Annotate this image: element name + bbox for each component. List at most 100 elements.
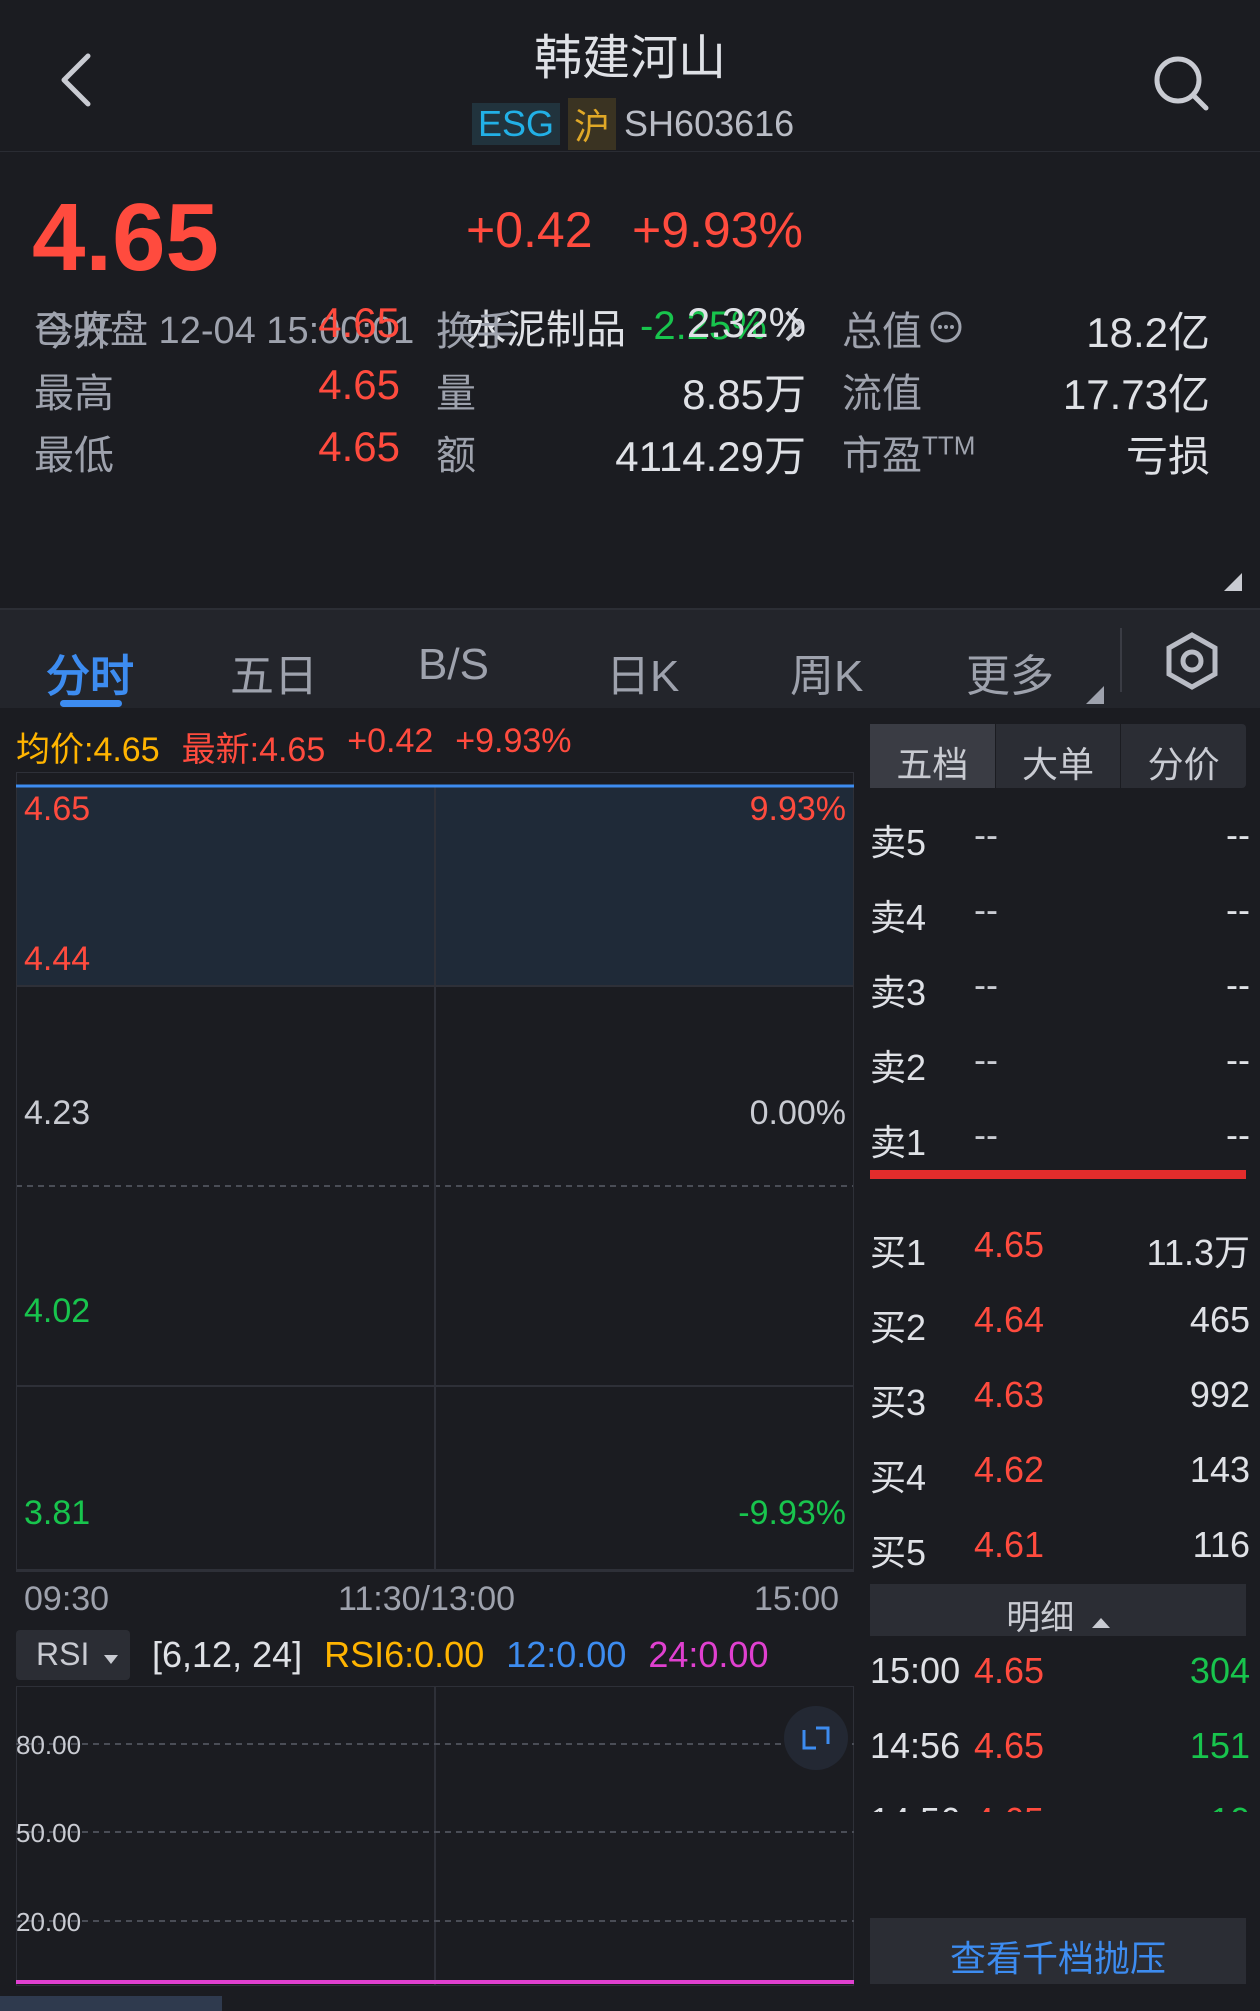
stat-value: 4114.29万: [615, 433, 806, 480]
price-change: +0.42: [466, 202, 593, 258]
stat-label: 额: [436, 434, 476, 478]
level-label: 卖4: [870, 897, 927, 938]
tick-row: 14:56 4.65 151: [870, 1719, 1250, 1779]
level-price: --: [974, 964, 998, 1005]
sell-level-row[interactable]: 卖3 -- --: [870, 958, 1250, 1018]
level-volume: --: [1226, 889, 1250, 930]
legend-avg: 均价:4.65: [16, 731, 160, 769]
last-price: 4.65: [32, 184, 219, 291]
level-label: 卖1: [870, 1122, 927, 1163]
detail-label: 明细: [1006, 1599, 1075, 1637]
price-chart[interactable]: 4.65 4.44 4.23 4.02 3.81 9.93% 0.00% -9.93%: [16, 772, 854, 1572]
quote-panel: 4.65 +0.42 +9.93% 已收盘 12-04 15:00:01 水泥制…: [0, 153, 1260, 607]
buy-level-row[interactable]: 买4 4.62 143: [870, 1443, 1250, 1503]
buy-level-row[interactable]: 买2 4.64 465: [870, 1293, 1250, 1353]
stock-name: 韩建河山: [533, 32, 726, 85]
buy-level-row[interactable]: 买1 4.65 11.3万: [870, 1218, 1250, 1278]
level-label: 买2: [870, 1307, 927, 1348]
stat-label-text: 总值: [842, 310, 922, 354]
info-circle-icon[interactable]: [928, 309, 964, 345]
tab-more[interactable]: 更多: [966, 640, 1054, 704]
sell-level-row[interactable]: 卖5 -- --: [870, 808, 1250, 868]
caret-up-icon: [1091, 1618, 1110, 1628]
level-price: --: [974, 1039, 998, 1080]
rsi-legend: [6,12, 24] RSI6:0.00 12:0.00 24:0.00: [152, 1634, 768, 1676]
fullscreen-button[interactable]: [784, 1706, 848, 1770]
legend-change: +0.42: [347, 722, 434, 760]
tick-price: 4.65: [974, 1800, 1044, 1812]
sell-level-row[interactable]: 卖2 -- --: [870, 1033, 1250, 1093]
orderbook-tabs: 五档 大单 分价: [870, 724, 1246, 788]
tick-row: 15:00 4.65 304: [870, 1644, 1250, 1704]
level-volume: --: [1226, 1114, 1250, 1155]
tab-price-distribution[interactable]: 分价: [1120, 724, 1246, 788]
tick-time: 14:56: [870, 1725, 961, 1766]
stat-label: 换手: [436, 310, 516, 354]
x-label-open: 09:30: [24, 1580, 110, 1618]
tab-five-day[interactable]: 五日: [230, 640, 318, 704]
y-axis-label: 3.81: [24, 1494, 90, 1532]
pct-axis-label: 9.93%: [750, 790, 846, 828]
view-order-depth-button[interactable]: 查看千档抛压: [870, 1918, 1246, 1984]
chart-tabs: 分时 五日 B/S 日K 周K 更多: [0, 608, 1260, 708]
stock-code: SH603616: [624, 103, 795, 144]
stat-label-text: 市盈: [842, 434, 922, 478]
legend-pct: +9.93%: [455, 722, 572, 760]
rsi24-value: 24:0.00: [648, 1634, 769, 1675]
level-price: 4.61: [974, 1524, 1045, 1565]
header-bar: 韩建河山 ESG 沪 SH603616: [0, 0, 1260, 152]
level-volume: 465: [1189, 1299, 1250, 1340]
level-label: 卖2: [870, 1047, 927, 1088]
detail-header[interactable]: 明细: [870, 1584, 1246, 1637]
level-volume: --: [1226, 1039, 1250, 1080]
tab-weekly-k[interactable]: 周K: [790, 640, 863, 704]
stat-label: 流值: [842, 361, 922, 419]
tick-price: 4.65: [974, 1650, 1045, 1691]
stat-label: 量: [436, 372, 476, 416]
tab-divider: [1120, 628, 1122, 692]
tab-daily-k[interactable]: 日K: [606, 640, 679, 704]
level-price: 4.64: [974, 1299, 1045, 1340]
level-label: 买5: [870, 1532, 927, 1573]
esg-badge[interactable]: ESG: [472, 103, 561, 145]
spread-divider: [870, 1170, 1246, 1179]
x-label-mid: 11:30/13:00: [338, 1580, 516, 1618]
tick-volume: 151: [1189, 1725, 1250, 1766]
settings-hexagon-icon[interactable]: [1164, 632, 1220, 690]
sell-level-row[interactable]: 卖1 -- --: [870, 1108, 1250, 1168]
buy-level-row[interactable]: 买5 4.61 116: [870, 1518, 1250, 1578]
buy-level-row[interactable]: 买3 4.63 992: [870, 1368, 1250, 1428]
level-volume: --: [1226, 964, 1250, 1005]
pct-axis-label: 0.00%: [750, 1094, 846, 1132]
search-icon[interactable]: [1152, 54, 1212, 114]
tick-price: 4.65: [974, 1725, 1045, 1766]
expand-corner-icon[interactable]: [1224, 573, 1242, 591]
rsi-params: [6,12, 24]: [152, 1634, 303, 1675]
level-label: 买1: [870, 1232, 927, 1273]
scroll-indicator[interactable]: [0, 1996, 222, 2011]
chart-legend: 均价:4.65 最新:4.65 +0.42 +9.93%: [16, 722, 572, 771]
y-axis-label: 4.02: [24, 1292, 90, 1330]
y-axis-label: 4.65: [24, 790, 90, 828]
y-axis-label: 4.44: [24, 940, 90, 978]
tab-five-level[interactable]: 五档: [870, 724, 995, 788]
level-price: --: [974, 814, 998, 855]
level-label: 买4: [870, 1457, 927, 1498]
level-price: --: [974, 889, 998, 930]
active-tab-indicator: [60, 700, 122, 707]
tab-big-order[interactable]: 大单: [994, 724, 1121, 788]
level-price: --: [974, 1114, 998, 1155]
indicator-selector[interactable]: RSI: [16, 1630, 130, 1680]
sell-level-row[interactable]: 卖4 -- --: [870, 883, 1250, 943]
stat-value: 亏损: [1125, 433, 1210, 480]
stat-value: 4.65: [318, 361, 400, 408]
rsi12-value: 12:0.00: [506, 1634, 627, 1675]
rsi-chart[interactable]: 80.00 50.00 20.00: [16, 1686, 854, 1986]
tab-buy-sell[interactable]: B/S: [418, 640, 489, 690]
rsi-level-label: 50.00: [16, 1818, 81, 1848]
y-axis-label: 4.23: [24, 1094, 90, 1132]
tab-timeshare[interactable]: 分时: [46, 640, 134, 704]
chart-column: 均价:4.65 最新:4.65 +0.42 +9.93% 4.65 4.44 4.2…: [0, 710, 866, 2011]
level-volume: --: [1226, 814, 1250, 855]
rsi-level-label: 20.00: [16, 1907, 81, 1937]
